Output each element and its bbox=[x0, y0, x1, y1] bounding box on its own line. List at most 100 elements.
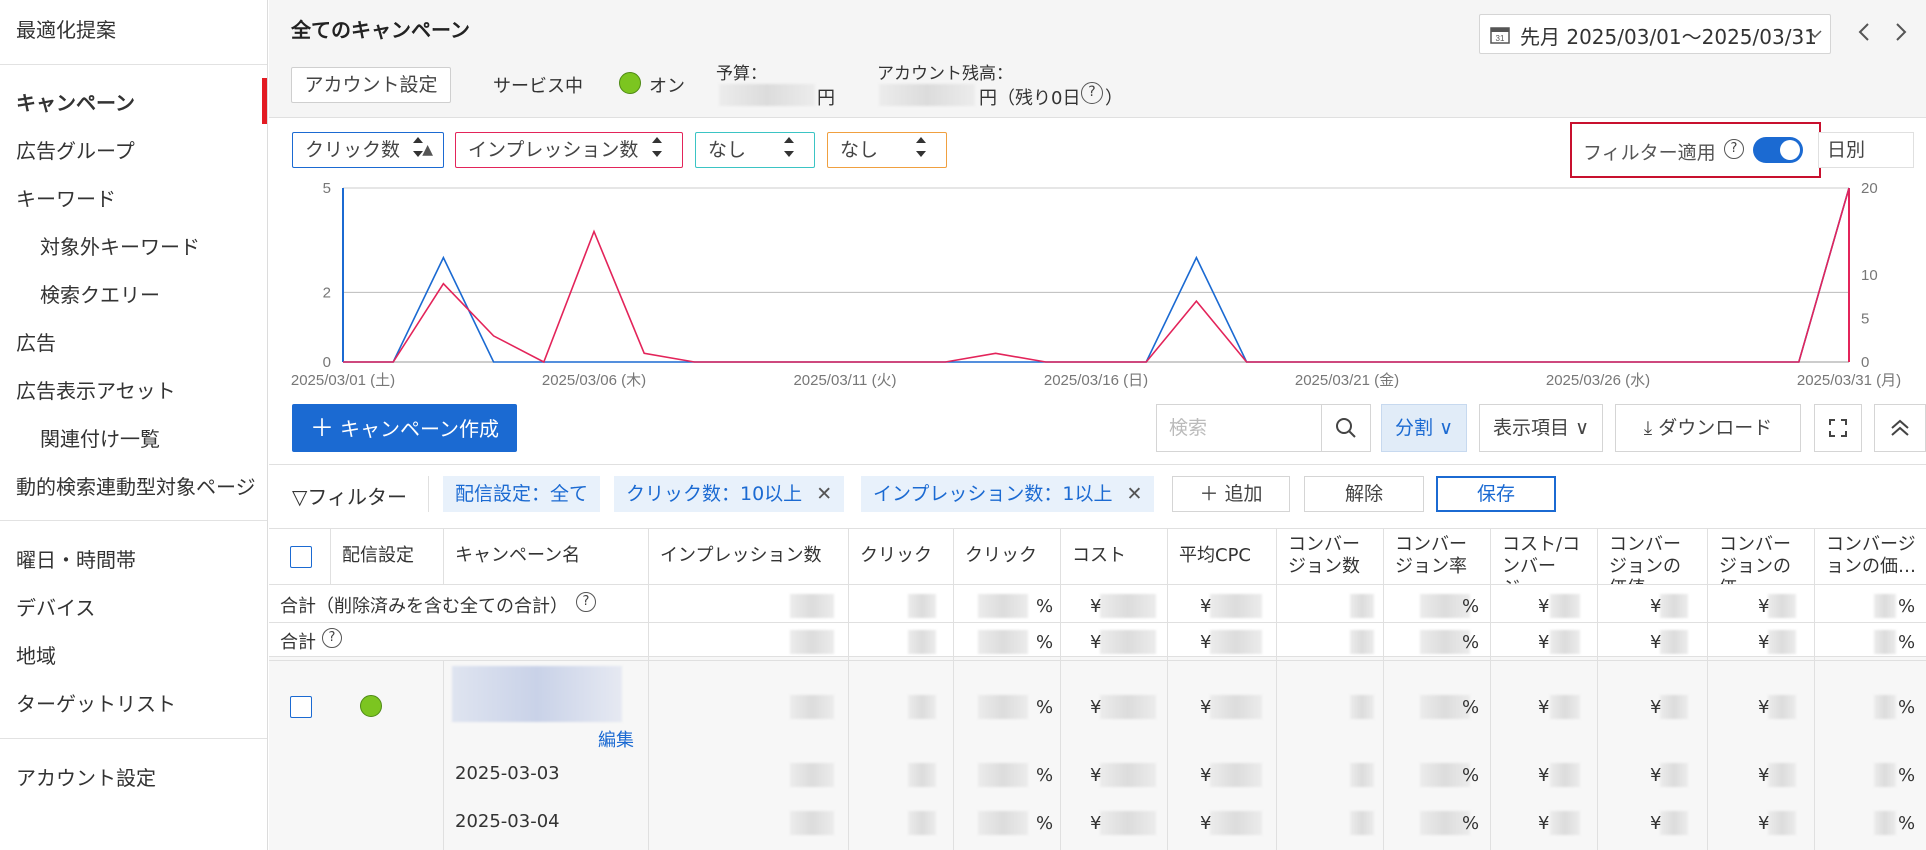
redacted-cell bbox=[1350, 763, 1374, 787]
redacted-cell bbox=[1874, 811, 1896, 835]
col-header-cost[interactable]: コスト bbox=[1064, 528, 1166, 584]
y-right-tick-label: 0 bbox=[1861, 354, 1869, 371]
y-left-tick-label: 5 bbox=[323, 180, 331, 197]
filter-toggle[interactable]: ▽フィルター bbox=[292, 481, 407, 510]
help-icon[interactable]: ? bbox=[576, 592, 596, 612]
delivery-status-icon bbox=[360, 695, 382, 717]
collapse-chart-button[interactable] bbox=[1874, 404, 1926, 452]
col-line bbox=[848, 528, 849, 850]
yen-sign: ¥ bbox=[1650, 813, 1662, 834]
col-header-conv-rate[interactable]: コンバージョン率 bbox=[1387, 528, 1489, 584]
clear-filter-button[interactable]: 解除 bbox=[1304, 476, 1424, 512]
col-header-campaign-name[interactable]: キャンペーン名 bbox=[447, 528, 647, 584]
save-label: 保存 bbox=[1476, 483, 1515, 505]
plus-icon: ＋ bbox=[1199, 483, 1219, 505]
sidebar-item-dsa-pages[interactable]: 動的検索連動型対象ページ bbox=[16, 471, 256, 500]
filter-chip-clicks[interactable]: クリック数：10以上 ✕ bbox=[614, 476, 845, 512]
total-label: 合計 bbox=[280, 632, 316, 653]
percent-sign: % bbox=[1462, 765, 1480, 786]
redacted-cell bbox=[1210, 594, 1262, 618]
redacted-cell bbox=[1210, 630, 1262, 654]
sidebar-item-locations[interactable]: 地域 bbox=[16, 640, 56, 669]
y-right-tick-label: 20 bbox=[1861, 180, 1878, 197]
col-line bbox=[953, 528, 954, 850]
edit-link[interactable]: 編集 bbox=[598, 726, 634, 752]
x-tick-label: 2025/03/01 (土) bbox=[291, 372, 395, 389]
divider bbox=[269, 464, 1926, 465]
redacted-cell bbox=[1100, 811, 1156, 835]
divider bbox=[428, 476, 429, 512]
search-button[interactable] bbox=[1321, 404, 1371, 452]
col-header-conv-value-3[interactable]: コンバージョンの価… bbox=[1818, 528, 1924, 584]
redacted-cell bbox=[790, 763, 834, 787]
create-campaign-button[interactable]: ＋キャンペーン作成 bbox=[292, 404, 517, 452]
col-header-impressions[interactable]: インプレッション数 bbox=[652, 528, 848, 584]
filter-label: フィルター bbox=[307, 485, 407, 509]
yen-sign: ¥ bbox=[1090, 596, 1102, 617]
split-button[interactable]: 分割 ∨ bbox=[1381, 404, 1467, 452]
row-line bbox=[269, 584, 1926, 585]
yen-sign: ¥ bbox=[1538, 765, 1550, 786]
yen-sign: ¥ bbox=[1538, 813, 1550, 834]
download-button[interactable]: ⤓ ダウンロード bbox=[1615, 404, 1801, 452]
close-icon[interactable]: ✕ bbox=[1127, 483, 1143, 505]
sidebar-divider bbox=[0, 738, 267, 739]
redacted-cell bbox=[1210, 763, 1262, 787]
yen-sign: ¥ bbox=[1758, 596, 1770, 617]
y-right-tick-label: 5 bbox=[1861, 311, 1869, 328]
redacted-cell bbox=[908, 630, 936, 654]
columns-button[interactable]: 表示項目 ∨ bbox=[1479, 404, 1603, 452]
yen-sign: ¥ bbox=[1200, 765, 1212, 786]
redacted-cell bbox=[790, 695, 834, 719]
row-checkbox[interactable] bbox=[290, 696, 312, 718]
sidebar-item-schedule[interactable]: 曜日・時間帯 bbox=[16, 544, 136, 573]
col-header-ctr[interactable]: クリック率 bbox=[957, 528, 1059, 584]
col-header-conversions[interactable]: コンバージョン数 bbox=[1280, 528, 1382, 584]
col-header-clicks[interactable]: クリック数 bbox=[852, 528, 952, 584]
yen-sign: ¥ bbox=[1200, 697, 1212, 718]
redacted-cell bbox=[978, 763, 1028, 787]
col-header-cost-per-conv[interactable]: コスト/コンバージ… bbox=[1494, 528, 1596, 584]
select-all-checkbox[interactable] bbox=[290, 546, 312, 568]
sidebar-item-devices[interactable]: デバイス bbox=[16, 592, 95, 621]
yen-sign: ¥ bbox=[1650, 596, 1662, 617]
col-line bbox=[1707, 528, 1708, 850]
percent-sign: % bbox=[1036, 765, 1054, 786]
funnel-icon: ▽ bbox=[292, 485, 308, 509]
col-header-conv-value-2[interactable]: コンバージョンの価… bbox=[1711, 528, 1813, 584]
sidebar-item-account-settings[interactable]: アカウント設定 bbox=[16, 762, 156, 791]
x-tick-label: 2025/03/31 (月) bbox=[1797, 372, 1901, 389]
yen-sign: ¥ bbox=[1200, 596, 1212, 617]
chip-label: 配信設定：全て bbox=[455, 483, 589, 505]
yen-sign: ¥ bbox=[1538, 697, 1550, 718]
yen-sign: ¥ bbox=[1200, 632, 1212, 653]
help-icon[interactable]: ? bbox=[322, 628, 342, 648]
col-header-avg-cpc[interactable]: 平均CPC bbox=[1171, 528, 1275, 584]
percent-sign: % bbox=[1462, 813, 1480, 834]
total-all-label: 合計（削除済みを含む全ての合計） bbox=[280, 596, 568, 617]
col-header-delivery[interactable]: 配信設定 bbox=[334, 528, 442, 584]
sidebar-item-associations[interactable]: 関連付け一覧 bbox=[40, 423, 160, 452]
filter-chip-delivery[interactable]: 配信設定：全て bbox=[443, 476, 601, 512]
redacted-cell bbox=[1210, 695, 1262, 719]
save-filter-button[interactable]: 保存 bbox=[1436, 476, 1556, 512]
series-line-2 bbox=[343, 187, 1850, 364]
chevron-down-icon: ∨ bbox=[1575, 417, 1589, 439]
col-header-conv-value[interactable]: コンバージョンの価値 bbox=[1601, 528, 1706, 584]
redacted-cell bbox=[1768, 763, 1796, 787]
redacted-cell bbox=[790, 594, 834, 618]
x-tick-label: 2025/03/11 (火) bbox=[793, 372, 896, 389]
close-icon[interactable]: ✕ bbox=[816, 483, 832, 505]
filter-chip-impressions[interactable]: インプレッション数：1以上 ✕ bbox=[861, 476, 1155, 512]
yen-sign: ¥ bbox=[1200, 813, 1212, 834]
campaign-name-redacted[interactable] bbox=[452, 666, 622, 722]
fullscreen-button[interactable] bbox=[1814, 404, 1862, 452]
search-icon bbox=[1336, 418, 1356, 438]
redacted-cell bbox=[1660, 811, 1688, 835]
redacted-cell bbox=[1350, 695, 1374, 719]
search-input[interactable]: 検索 bbox=[1156, 404, 1322, 452]
add-filter-button[interactable]: ＋ 追加 bbox=[1172, 476, 1290, 512]
sidebar-item-target-lists[interactable]: ターゲットリスト bbox=[16, 688, 176, 717]
yen-sign: ¥ bbox=[1090, 697, 1102, 718]
redacted-cell bbox=[1550, 695, 1580, 719]
